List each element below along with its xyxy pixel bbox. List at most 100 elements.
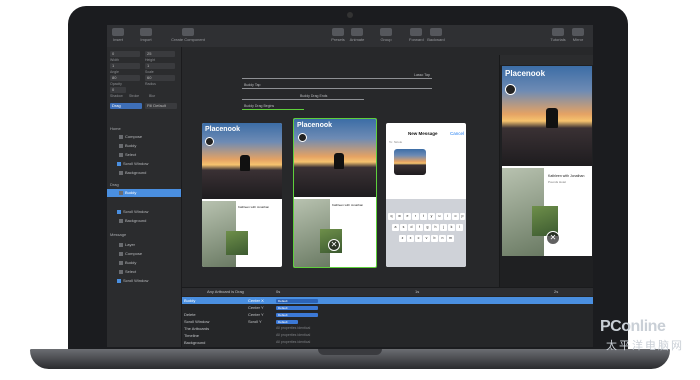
key[interactable]: p [460, 213, 465, 220]
key[interactable]: w [396, 213, 403, 220]
radius-field[interactable]: 60 [145, 75, 175, 81]
tree-item[interactable]: Select [119, 269, 136, 274]
key[interactable]: u [436, 213, 443, 220]
key[interactable]: j [440, 224, 447, 231]
animation-bar[interactable]: Default [276, 319, 298, 324]
tree-item[interactable]: Compose [119, 134, 142, 139]
blur-label: Blur [149, 94, 156, 98]
folder-icon [117, 161, 121, 166]
backward-icon [430, 28, 442, 36]
insert-button[interactable]: Insert [111, 28, 125, 46]
key[interactable]: s [400, 224, 407, 231]
key[interactable]: e [404, 213, 411, 220]
animation-bar[interactable]: Default [276, 305, 318, 310]
artboard-home[interactable]: Placenook Kathleen with Jonathan [202, 123, 282, 267]
tree-item[interactable]: Background [119, 170, 146, 175]
shadow-field[interactable]: 0 [110, 87, 126, 93]
tree-section-drag[interactable]: Drag [110, 182, 119, 187]
tree-item-selected[interactable]: Buddy [119, 190, 136, 195]
tree-section-message[interactable]: Message [110, 232, 126, 237]
key[interactable]: c [415, 235, 422, 242]
avatar [205, 137, 214, 146]
opacity-field[interactable]: 80 [110, 75, 140, 81]
tree-item[interactable]: Scroll Window [117, 209, 148, 214]
key[interactable]: y [428, 213, 435, 220]
timeline-panel: Any Artboard is Drag 0s 1s 2s Buddy Cent… [182, 287, 593, 347]
key[interactable]: x [407, 235, 414, 242]
row-note: All properties identical [276, 326, 311, 330]
timeline-row-selected[interactable]: Buddy Center X Default [182, 297, 593, 304]
avatar[interactable] [505, 84, 516, 95]
backward-button[interactable]: Backward [427, 28, 445, 46]
animation-bar[interactable]: Default [276, 312, 318, 317]
tree-item[interactable]: Compose [119, 251, 142, 256]
import-button[interactable]: Import [139, 28, 153, 46]
create-component-button[interactable]: Create Component [171, 28, 205, 46]
animation-bar[interactable]: Default [276, 298, 318, 303]
scale-label: Scale [145, 70, 154, 74]
timeline-row[interactable]: The Artboards All properties identical [182, 325, 593, 332]
forward-button[interactable]: Forward [409, 28, 424, 46]
key[interactable]: q [388, 213, 395, 220]
angle-field[interactable]: 1 [110, 63, 140, 69]
key[interactable]: b [431, 235, 438, 242]
tutorials-button[interactable]: Tutorials [550, 28, 566, 46]
key[interactable]: t [420, 213, 427, 220]
tree-item[interactable]: Background [119, 218, 146, 223]
tree-item[interactable]: Scroll Window [117, 278, 148, 283]
key[interactable]: g [424, 224, 431, 231]
key[interactable]: r [412, 213, 419, 220]
presets-button[interactable]: Presets [331, 28, 345, 46]
preview-window[interactable]: Placenook Kathleen with Jonathan Pounds … [499, 55, 593, 287]
key[interactable]: i [444, 213, 451, 220]
key[interactable]: n [439, 235, 446, 242]
folder-icon [117, 209, 121, 214]
inspector-panel: 0 25 Width Height 1 1 Angle Scale 80 60 … [107, 47, 182, 347]
tree-item[interactable]: Buddy [119, 260, 136, 265]
tree-item[interactable]: Buddy [119, 143, 136, 148]
fill-dropdown[interactable]: Fill Default [145, 103, 177, 109]
timeline-row[interactable]: Scroll Window Scroll Y Default [182, 318, 593, 325]
component-icon [182, 28, 194, 36]
avatar[interactable] [298, 133, 307, 142]
row-property: Scroll Y [248, 319, 262, 324]
cancel-button[interactable]: Cancel [450, 131, 464, 136]
key[interactable]: h [432, 224, 439, 231]
key[interactable]: l [456, 224, 463, 231]
key[interactable]: k [448, 224, 455, 231]
key[interactable]: m [447, 235, 454, 242]
timeline-row[interactable]: Delete Center Y Default [182, 311, 593, 318]
to-field[interactable]: To: Nicole [389, 140, 402, 144]
key[interactable]: a [392, 224, 399, 231]
group-button[interactable]: Group [379, 28, 393, 46]
animate-button[interactable]: Animate [349, 28, 365, 46]
close-icon[interactable]: ✕ [328, 239, 340, 251]
flow-line [242, 99, 364, 100]
laptop-notch [318, 349, 382, 355]
preview-device[interactable]: Placenook Kathleen with Jonathan Pounds … [502, 66, 592, 256]
timeline-row[interactable]: Background All properties identical [182, 339, 593, 346]
close-icon[interactable]: ✕ [546, 231, 560, 245]
scale-field[interactable]: 1 [145, 63, 175, 69]
key[interactable]: z [399, 235, 406, 242]
timeline-trigger[interactable]: Any Artboard is Drag [207, 289, 244, 294]
key[interactable]: v [423, 235, 430, 242]
tree-item[interactable]: Scroll Window [117, 161, 148, 166]
tree-section-home[interactable]: Home [110, 126, 121, 131]
plus-icon [112, 28, 124, 36]
x-field[interactable]: 0 [110, 51, 140, 57]
key[interactable]: o [452, 213, 459, 220]
flow-label-drag-begins: Buddy Drag Begins [244, 104, 275, 108]
timeline-row[interactable]: Center Y Default [182, 304, 593, 311]
key[interactable]: d [408, 224, 415, 231]
tree-item[interactable]: Select [119, 152, 136, 157]
artboard-drag-selected[interactable]: Placenook Kathleen with Jonathan ✕ [293, 118, 377, 268]
row-layer-name: Delete [184, 312, 196, 317]
event-dropdown[interactable]: Drag [110, 103, 142, 109]
tree-item[interactable]: Layer [119, 242, 135, 247]
artboard-message[interactable]: New Message Cancel To: Nicole q w e r t … [386, 123, 466, 267]
timeline-row[interactable]: Timeline All properties identical [182, 332, 593, 339]
mirror-button[interactable]: Mirror [571, 28, 585, 46]
key[interactable]: f [416, 224, 423, 231]
y-field[interactable]: 25 [145, 51, 175, 57]
